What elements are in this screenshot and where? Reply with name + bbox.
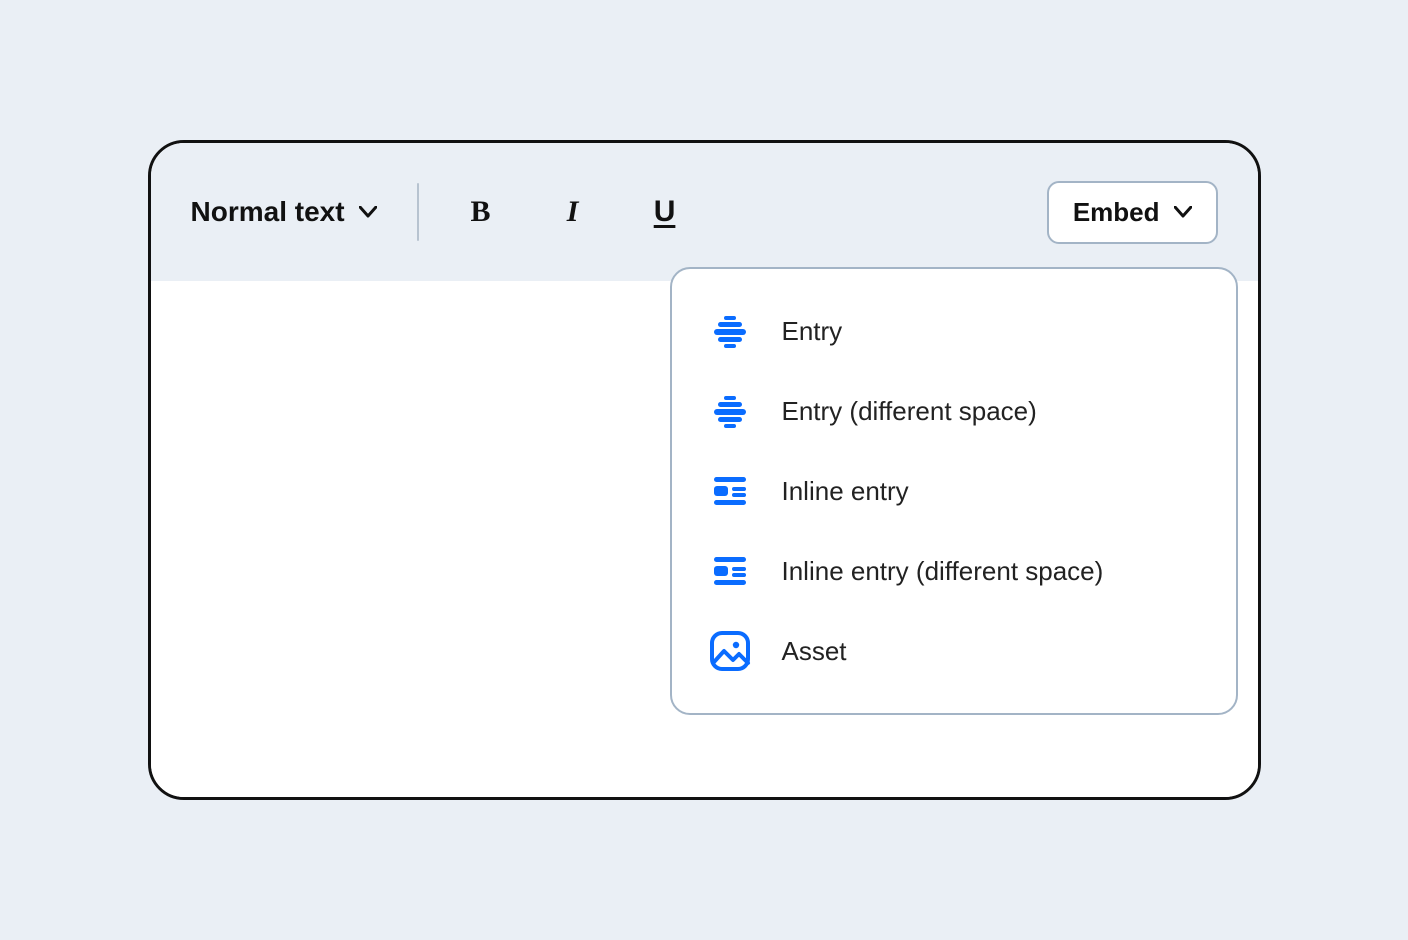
menu-item-inline-entry-different-space[interactable]: Inline entry (different space) xyxy=(672,531,1236,611)
bold-icon: B xyxy=(471,195,491,229)
inline-entry-icon xyxy=(708,469,752,513)
menu-item-label: Entry (different space) xyxy=(782,396,1037,427)
menu-item-label: Inline entry xyxy=(782,476,909,507)
menu-item-label: Asset xyxy=(782,636,847,667)
embed-button-label: Embed xyxy=(1073,197,1160,228)
underline-button[interactable]: U xyxy=(643,190,687,234)
bold-button[interactable]: B xyxy=(459,190,503,234)
entry-block-icon xyxy=(708,309,752,353)
menu-item-label: Entry xyxy=(782,316,843,347)
chevron-down-icon xyxy=(1174,206,1192,218)
menu-item-entry[interactable]: Entry xyxy=(672,291,1236,371)
toolbar-divider xyxy=(417,183,419,241)
embed-dropdown-menu: Entry Entry (different space) xyxy=(670,267,1238,715)
chevron-down-icon xyxy=(359,206,377,218)
menu-item-asset[interactable]: Asset xyxy=(672,611,1236,691)
editor-toolbar: Normal text B I U Embed xyxy=(151,143,1258,281)
inline-entry-icon xyxy=(708,549,752,593)
italic-icon: I xyxy=(567,195,579,229)
format-group: B I U xyxy=(459,190,687,234)
editor-content-area[interactable]: Entry Entry (different space) xyxy=(151,281,1258,797)
italic-button[interactable]: I xyxy=(551,190,595,234)
underline-icon: U xyxy=(654,195,676,229)
rich-text-editor: Normal text B I U Embed xyxy=(148,140,1261,800)
menu-item-label: Inline entry (different space) xyxy=(782,556,1104,587)
text-style-label: Normal text xyxy=(191,196,345,228)
entry-block-icon xyxy=(708,389,752,433)
menu-item-entry-different-space[interactable]: Entry (different space) xyxy=(672,371,1236,451)
asset-icon xyxy=(708,629,752,673)
embed-button[interactable]: Embed xyxy=(1047,181,1218,244)
text-style-dropdown[interactable]: Normal text xyxy=(191,196,377,228)
menu-item-inline-entry[interactable]: Inline entry xyxy=(672,451,1236,531)
